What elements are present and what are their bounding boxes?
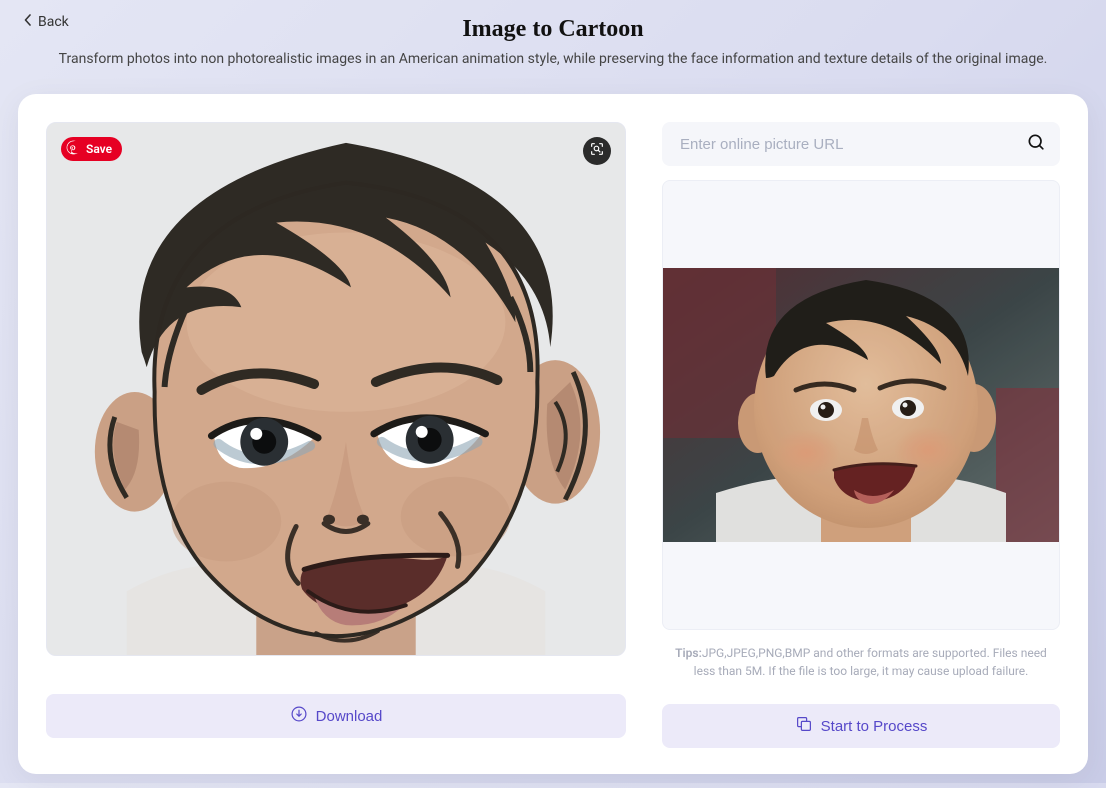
source-image (663, 268, 1059, 542)
input-column: Tips:JPG,JPEG,PNG,BMP and other formats … (662, 122, 1060, 748)
chevron-left-icon (24, 14, 32, 30)
back-button[interactable]: Back (0, 0, 69, 30)
visual-search-icon (589, 141, 605, 161)
download-button[interactable]: Download (46, 694, 626, 738)
result-image (47, 123, 625, 655)
url-field (662, 122, 1060, 166)
page-subtitle: Transform photos into non photorealistic… (30, 49, 1076, 70)
start-process-button[interactable]: Start to Process (662, 704, 1060, 748)
tips-body: JPG,JPEG,PNG,BMP and other formats are s… (694, 646, 1047, 678)
save-label: Save (86, 142, 112, 156)
url-input[interactable] (680, 122, 1010, 166)
visual-search-button[interactable] (583, 137, 611, 165)
download-icon (290, 705, 308, 727)
process-icon (795, 715, 813, 737)
main-card: Save Download (18, 94, 1088, 774)
download-label: Download (316, 708, 383, 725)
source-image-frame[interactable] (662, 180, 1060, 630)
page-header: Image to Cartoon Transform photos into n… (0, 16, 1106, 80)
result-image-frame: Save (46, 122, 626, 656)
pinterest-icon (66, 140, 81, 158)
tips-text: Tips:JPG,JPEG,PNG,BMP and other formats … (662, 644, 1060, 680)
search-icon (1026, 132, 1046, 156)
page-title: Image to Cartoon (30, 16, 1076, 43)
url-search-button[interactable] (1024, 132, 1048, 156)
back-label: Back (38, 14, 69, 30)
process-label: Start to Process (821, 718, 928, 735)
tips-label: Tips: (675, 646, 702, 660)
save-button[interactable]: Save (61, 137, 122, 161)
result-column: Save Download (46, 122, 626, 748)
